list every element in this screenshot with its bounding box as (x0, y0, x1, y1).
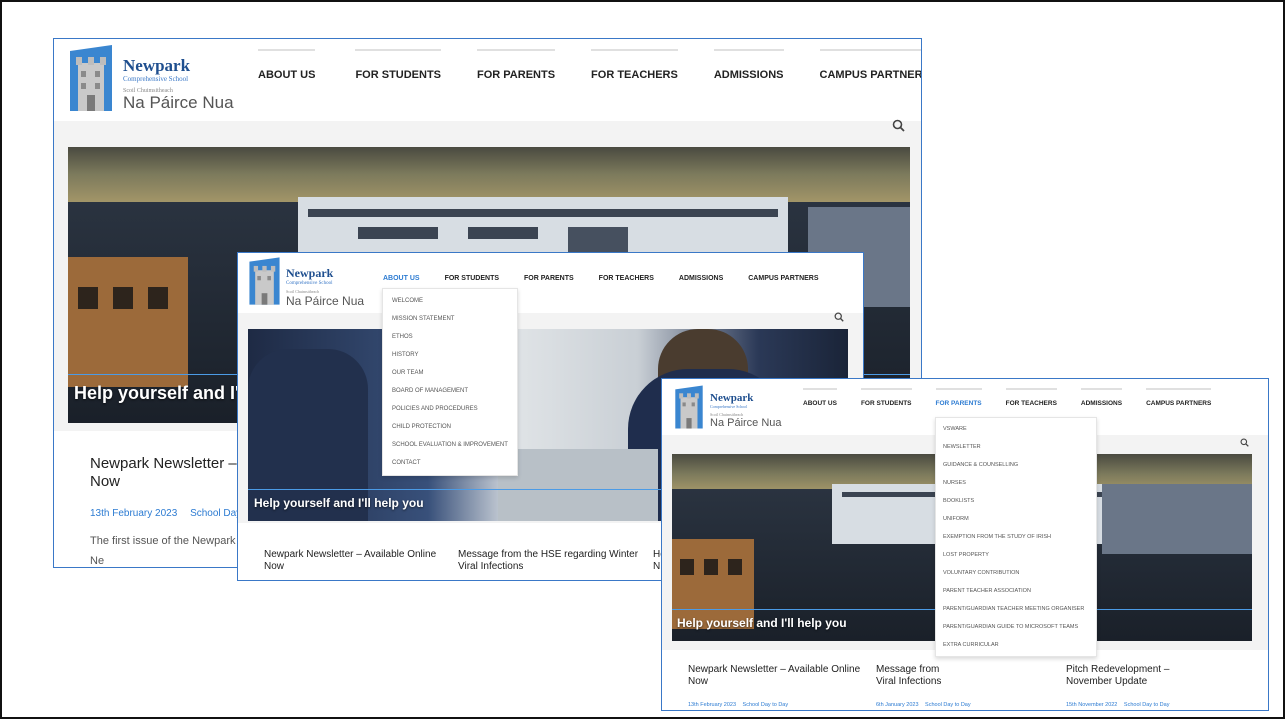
menu-item-child-protection[interactable]: Child Protection (383, 418, 517, 436)
menu-item-booklists[interactable]: Booklists (936, 492, 1096, 510)
website-screenshot-parents-menu: Newpark Comprehensive School Scoil Chuim… (661, 378, 1269, 711)
post-title-2[interactable]: Message from Viral Infections (876, 664, 956, 688)
brand-irish-name: Na Páirce Nua (710, 417, 782, 429)
brand-name: Newpark (123, 56, 191, 75)
menu-item-voluntary-contribution[interactable]: Voluntary Contribution (936, 564, 1096, 582)
brand-name: Newpark (286, 266, 334, 280)
school-brand: Newpark Comprehensive School Scoil Chuim… (123, 56, 234, 113)
brand-name: Newpark (710, 392, 754, 404)
menu-item-policies[interactable]: Policies and Procedures (383, 400, 517, 418)
post-title-3[interactable]: Pitch Redevelopment – November Update (1066, 664, 1246, 688)
post-date[interactable]: 6th January 2023 (876, 702, 919, 708)
hero-caption: Help yourself and I'll help you (677, 616, 847, 630)
post-date[interactable]: 13th February 2023 (90, 508, 177, 519)
nav-for-teachers[interactable]: For Teachers (591, 49, 678, 81)
hero-caption: Help yourself and I'll help you (254, 496, 424, 510)
menu-item-pta[interactable]: Parent Teacher Association (936, 582, 1096, 600)
school-logo[interactable] (68, 45, 114, 111)
main-nav: About Us For Students For Parents For Te… (383, 275, 819, 282)
search-icon[interactable] (1240, 434, 1249, 452)
menu-item-history[interactable]: History (383, 346, 517, 364)
main-nav: About Us For Students For Parents For Te… (803, 388, 1212, 407)
nav-admissions[interactable]: Admissions (1080, 388, 1123, 407)
menu-item-board-of-management[interactable]: Board of Management (383, 382, 517, 400)
search-icon[interactable] (834, 309, 844, 327)
nav-about-us[interactable]: About Us (383, 275, 420, 282)
nav-for-teachers[interactable]: For Teachers (599, 275, 654, 282)
post-category[interactable]: School Day to Day (1124, 702, 1170, 708)
menu-item-nurses[interactable]: Nurses (936, 474, 1096, 492)
castle-tower-logo-icon (70, 45, 112, 111)
menu-item-vsware[interactable]: VSware (936, 420, 1096, 438)
nav-for-students[interactable]: For Students (445, 275, 499, 282)
post-meta-2: 6th January 2023 School Day to Day (876, 702, 971, 708)
nav-about-us[interactable]: About Us (803, 388, 837, 407)
brand-subtitle: Comprehensive School (710, 404, 748, 409)
menu-item-our-team[interactable]: Our Team (383, 364, 517, 382)
search-icon[interactable] (892, 119, 905, 137)
post-date[interactable]: 13th February 2023 (688, 702, 736, 708)
menu-item-contact[interactable]: Contact (383, 454, 517, 472)
post-meta-1: 13th February 2023 School Day to Day (688, 702, 788, 708)
school-logo[interactable] (674, 385, 704, 429)
post-title-1[interactable]: Newpark Newsletter – Available Online No… (688, 664, 868, 688)
menu-item-welcome[interactable]: Welcome (383, 292, 517, 310)
nav-admissions[interactable]: Admissions (713, 49, 784, 81)
nav-for-students[interactable]: For Students (355, 49, 442, 81)
nav-for-teachers[interactable]: For Teachers (1005, 388, 1057, 407)
post-excerpt: The first issue of the Newpark Ne academ… (90, 535, 236, 567)
menu-item-uniform[interactable]: Uniform (936, 510, 1096, 528)
menu-item-lost-property[interactable]: Lost Property (936, 546, 1096, 564)
menu-item-school-evaluation[interactable]: School Evaluation & Improvement (383, 436, 517, 454)
menu-item-meeting-organiser[interactable]: Parent/Guardian Teacher Meeting Organise… (936, 600, 1096, 618)
main-nav: About Us For Students For Parents For Te… (258, 49, 921, 81)
nav-campus-partners[interactable]: Campus Partners (748, 275, 818, 282)
menu-item-newsletter[interactable]: Newsletter (936, 438, 1096, 456)
castle-tower-logo-icon (249, 257, 280, 305)
brand-subtitle: Comprehensive School (286, 281, 333, 286)
nav-campus-partners[interactable]: Campus Partners (1146, 388, 1212, 407)
nav-for-parents[interactable]: For Parents (477, 49, 556, 81)
castle-tower-logo-icon (675, 385, 703, 429)
nav-for-parents[interactable]: For Parents (935, 388, 982, 407)
post-category[interactable]: School Day to Day (743, 702, 789, 708)
nav-for-parents[interactable]: For Parents (524, 275, 574, 282)
menu-item-extra-curricular[interactable]: Extra Curricular (936, 636, 1096, 654)
menu-item-teams-guide[interactable]: Parent/Guardian Guide to Microsoft Teams (936, 618, 1096, 636)
site-header: Newpark Comprehensive School Scoil Chuim… (54, 39, 921, 121)
post-meta-3: 15th November 2022 School Day to Day (1066, 702, 1169, 708)
site-header: Newpark Comprehensive School Scoil Chuim… (238, 253, 863, 313)
school-brand: Newpark Comprehensive School Scoil Chuim… (286, 266, 364, 308)
school-logo[interactable] (248, 257, 281, 305)
school-brand: Newpark Comprehensive School Scoil Chuim… (710, 392, 782, 429)
menu-item-irish-exemption[interactable]: Exemption from the Study of Irish (936, 528, 1096, 546)
nav-about-us[interactable]: About Us (258, 49, 316, 81)
nav-admissions[interactable]: Admissions (679, 275, 723, 282)
menu-item-ethos[interactable]: Ethos (383, 328, 517, 346)
post-meta: 13th February 2023 School Day to (90, 508, 252, 519)
post-title-2[interactable]: Message from the HSE regarding Winter Vi… (458, 549, 643, 573)
menu-item-guidance[interactable]: Guidance & Counselling (936, 456, 1096, 474)
menu-item-mission-statement[interactable]: Mission Statement (383, 310, 517, 328)
nav-for-students[interactable]: For Students (860, 388, 912, 407)
post-date[interactable]: 15th November 2022 (1066, 702, 1117, 708)
for-parents-dropdown: VSware Newsletter Guidance & Counselling… (935, 417, 1097, 657)
post-title-1[interactable]: Newpark Newsletter – Available Online No… (264, 549, 444, 573)
post-category[interactable]: School Day to Day (925, 702, 971, 708)
brand-irish-name: Na Páirce Nua (123, 93, 234, 112)
about-us-dropdown: Welcome Mission Statement Ethos History … (382, 288, 518, 476)
brand-irish-name: Na Páirce Nua (286, 294, 365, 308)
brand-subtitle: Comprehensive School (123, 75, 189, 83)
nav-campus-partners[interactable]: Campus Partners (819, 49, 921, 81)
post-title[interactable]: Newpark Newsletter – A Now (90, 455, 260, 491)
